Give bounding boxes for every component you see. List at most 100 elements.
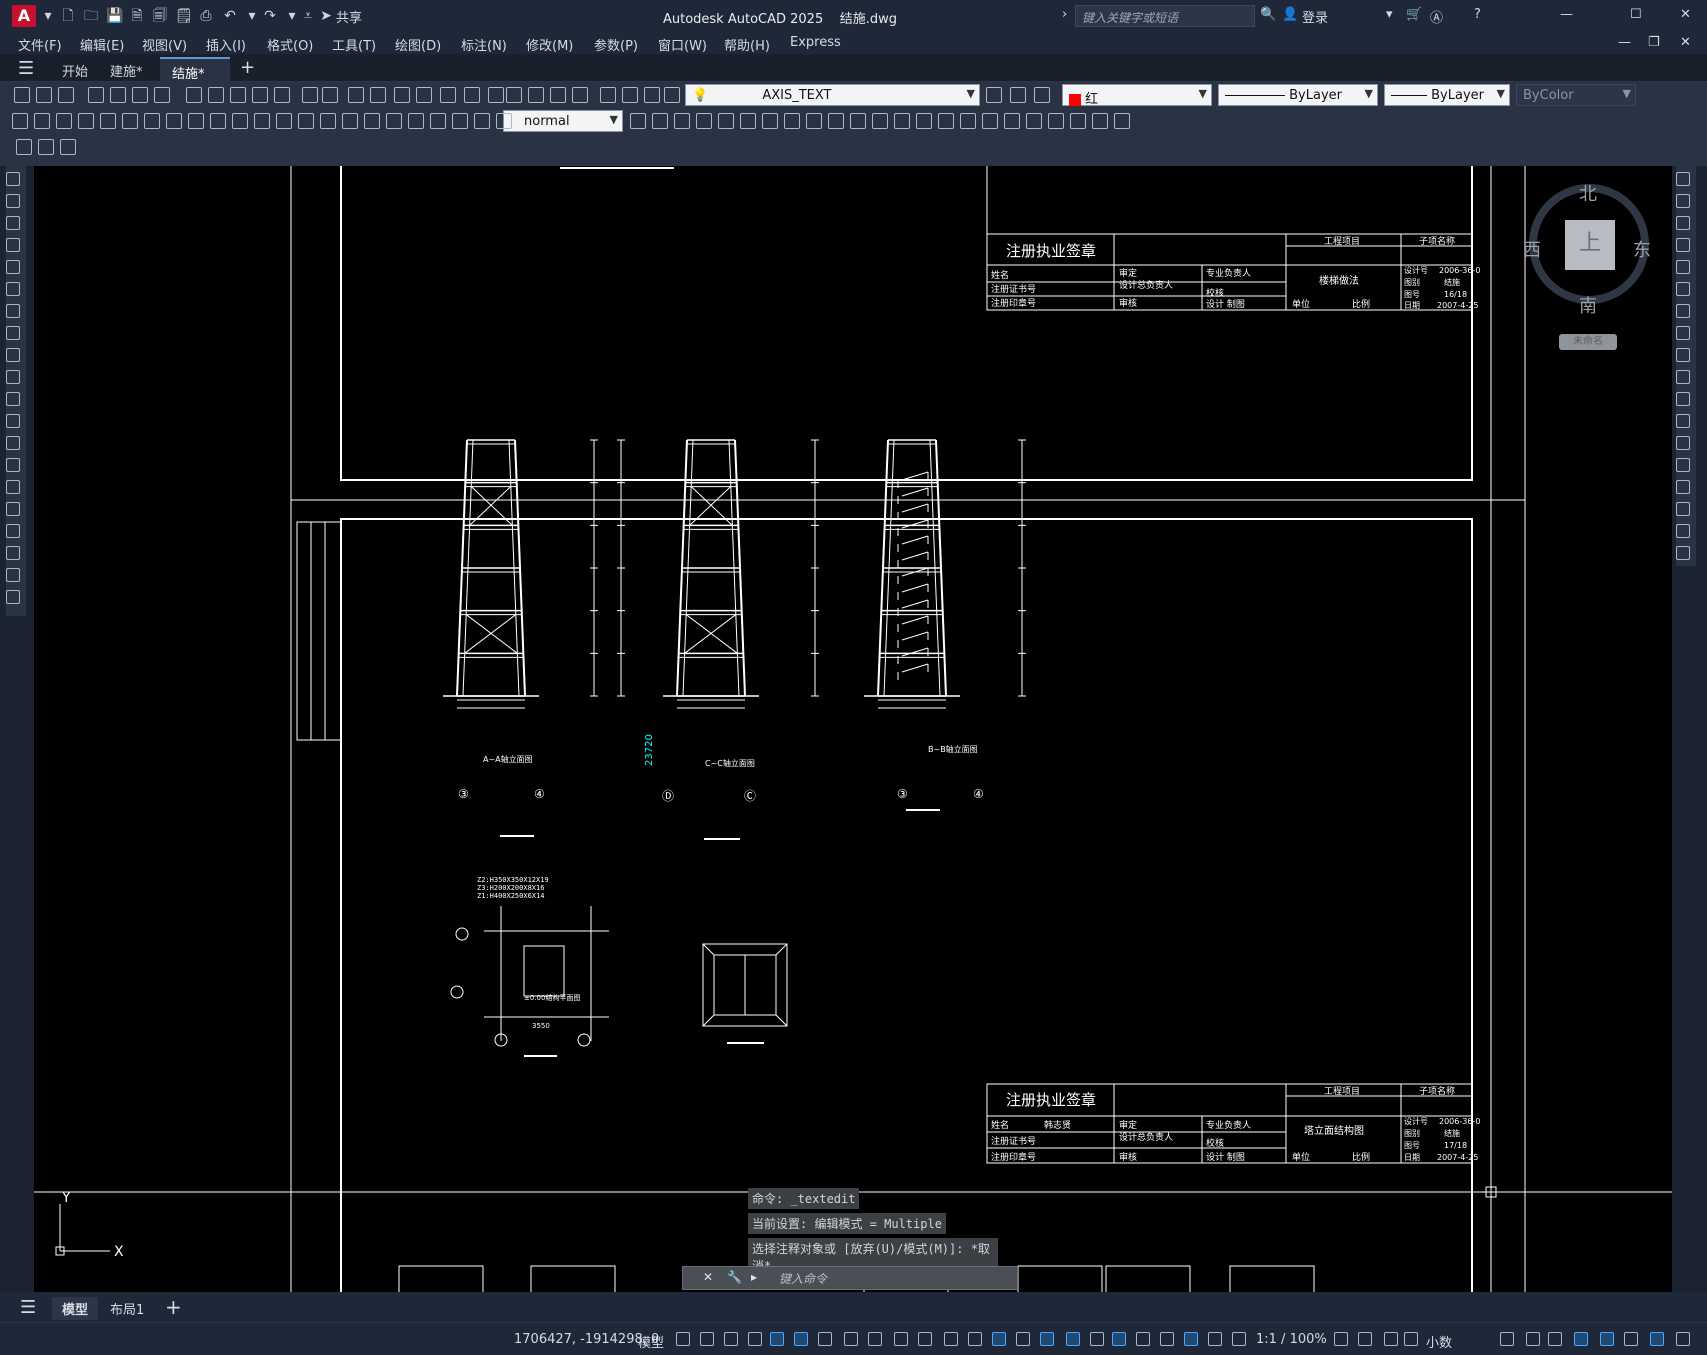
chevron-down-icon[interactable]: ▾	[1386, 7, 1393, 22]
toolbar-tool-icon[interactable]	[6, 282, 20, 296]
toolbar-tool-icon[interactable]	[872, 113, 888, 129]
menu-express[interactable]: Express	[790, 35, 841, 50]
toolbar-tool-icon[interactable]	[528, 87, 544, 103]
autocad-logo-icon[interactable]: A	[12, 5, 36, 27]
cart-icon[interactable]: 🛒	[1406, 7, 1422, 22]
toolbar-tool-icon[interactable]	[1676, 194, 1690, 208]
toolbar-tool-icon[interactable]	[322, 87, 338, 103]
menu-insert[interactable]: 插入(I)	[206, 35, 246, 54]
login-button[interactable]: 登录	[1302, 7, 1328, 26]
menu-parametric[interactable]: 参数(P)	[594, 35, 638, 54]
toolbar-tool-icon[interactable]	[36, 87, 52, 103]
toolbar-tool-icon[interactable]	[302, 87, 318, 103]
toolbar-tool-icon[interactable]	[1092, 113, 1108, 129]
toolbar-tool-icon[interactable]	[416, 87, 432, 103]
toolbar-tool-icon[interactable]	[652, 113, 668, 129]
toolbar-tool-icon[interactable]	[254, 113, 270, 129]
toolbar-tool-icon[interactable]	[6, 304, 20, 318]
dimstyle-dropdown[interactable]: normal ▼	[503, 110, 623, 132]
toolbar-tool-icon[interactable]	[1676, 524, 1690, 538]
menu-help[interactable]: 帮助(H)	[724, 35, 770, 54]
color-dropdown[interactable]: 红 ▼	[1062, 84, 1212, 107]
status-toggle-icon[interactable]	[676, 1332, 690, 1346]
status-toggle-icon[interactable]	[868, 1332, 882, 1346]
status-toggle-icon[interactable]	[1358, 1332, 1372, 1346]
tab-jianshi[interactable]: 建施*	[98, 57, 155, 82]
hamburger-icon[interactable]: ☰	[20, 1297, 36, 1318]
menu-format[interactable]: 格式(O)	[267, 35, 313, 54]
toolbar-tool-icon[interactable]	[88, 87, 104, 103]
help-icon[interactable]: ?	[1474, 7, 1481, 22]
plotstyle-dropdown[interactable]: ByColor ▼	[1516, 84, 1636, 106]
toolbar-tool-icon[interactable]	[154, 87, 170, 103]
hamburger-icon[interactable]: ☰	[18, 58, 34, 79]
status-toggle-icon[interactable]	[794, 1332, 808, 1346]
toolbar-tool-icon[interactable]	[1676, 502, 1690, 516]
toolbar-tool-icon[interactable]	[60, 139, 76, 155]
toolbar-tool-icon[interactable]	[762, 113, 778, 129]
search-icon[interactable]: 🔍	[1260, 7, 1276, 22]
add-layout-icon[interactable]: +	[165, 1295, 182, 1319]
toolbar-tool-icon[interactable]	[320, 113, 336, 129]
toolbar-tool-icon[interactable]	[960, 113, 976, 129]
status-toggle-icon[interactable]	[1404, 1332, 1418, 1346]
toolbar-tool-icon[interactable]	[186, 87, 202, 103]
status-toggle-icon[interactable]	[1184, 1332, 1198, 1346]
lineweight-dropdown[interactable]: ByLayer ▼	[1384, 84, 1510, 106]
toolbar-tool-icon[interactable]	[58, 87, 74, 103]
toolbar-tool-icon[interactable]	[274, 87, 290, 103]
status-toggle-icon[interactable]	[1574, 1332, 1588, 1346]
toolbar-tool-icon[interactable]	[1676, 282, 1690, 296]
tab-layout1[interactable]: 布局1	[100, 1297, 154, 1320]
status-toggle-icon[interactable]	[1040, 1332, 1054, 1346]
compass-west[interactable]: 西	[1523, 236, 1541, 262]
viewcube[interactable]: 上 北 南 东 西 未命名	[1523, 184, 1651, 350]
new-tab-icon[interactable]: +	[240, 57, 255, 78]
toolbar-tool-icon[interactable]	[188, 113, 204, 129]
toolbar-tool-icon[interactable]	[1070, 113, 1086, 129]
toolbar-tool-icon[interactable]	[166, 113, 182, 129]
status-toggle-icon[interactable]	[894, 1332, 908, 1346]
drawing-canvas[interactable]: 注册执业签章 工程项目 子项名称 姓名 注册证书号 注册印章号 审定 设计总负责…	[34, 166, 1672, 1292]
user-icon[interactable]: 👤	[1282, 7, 1298, 22]
toolbar-tool-icon[interactable]	[56, 113, 72, 129]
toolbar-tool-icon[interactable]	[34, 113, 50, 129]
toolbar-tool-icon[interactable]	[6, 546, 20, 560]
toolbar-tool-icon[interactable]	[122, 113, 138, 129]
toolbar-tool-icon[interactable]	[488, 87, 504, 103]
toolbar-tool-icon[interactable]	[1676, 458, 1690, 472]
toolbar-tool-icon[interactable]	[1676, 392, 1690, 406]
toolbar-tool-icon[interactable]	[6, 238, 20, 252]
status-toggle-icon[interactable]	[844, 1332, 858, 1346]
toolbar-tool-icon[interactable]	[6, 260, 20, 274]
toolbar-tool-icon[interactable]	[1676, 326, 1690, 340]
toolbar-tool-icon[interactable]	[6, 216, 20, 230]
status-toggle-icon[interactable]	[818, 1332, 832, 1346]
toolbar-tool-icon[interactable]	[1034, 87, 1050, 103]
toolbar-tool-icon[interactable]	[986, 87, 1002, 103]
status-toggle-icon[interactable]	[748, 1332, 762, 1346]
toolbar-tool-icon[interactable]	[298, 113, 314, 129]
status-toggle-icon[interactable]	[1208, 1332, 1222, 1346]
search-input[interactable]: 键入关键字或短语	[1075, 5, 1255, 27]
maximize-icon[interactable]: ☐	[1630, 7, 1642, 22]
menu-edit[interactable]: 编辑(E)	[80, 35, 124, 54]
undo-icon[interactable]: ↶	[222, 8, 238, 24]
status-toggle-icon[interactable]	[944, 1332, 958, 1346]
toolbar-tool-icon[interactable]	[1676, 414, 1690, 428]
share-icon[interactable]: ➤	[318, 8, 334, 24]
chevron-right-icon[interactable]: ›	[1062, 7, 1067, 22]
autodesk-a-icon[interactable]: Ⓐ	[1430, 7, 1443, 26]
wrench-icon[interactable]: 🔧	[727, 1270, 742, 1284]
toolbar-tool-icon[interactable]	[622, 87, 638, 103]
linetype-dropdown[interactable]: ByLayer ▼	[1218, 84, 1378, 106]
toolbar-tool-icon[interactable]	[232, 113, 248, 129]
chevron-down-icon[interactable]: ▾	[244, 8, 260, 24]
status-toggle-icon[interactable]	[1600, 1332, 1614, 1346]
command-input[interactable]: 键入命令	[779, 1270, 827, 1287]
toolbar-tool-icon[interactable]	[14, 87, 30, 103]
toolbar-tool-icon[interactable]	[210, 113, 226, 129]
toolbar-tool-icon[interactable]	[718, 113, 734, 129]
toolbar-tool-icon[interactable]	[276, 113, 292, 129]
menu-window[interactable]: 窗口(W)	[658, 35, 707, 54]
